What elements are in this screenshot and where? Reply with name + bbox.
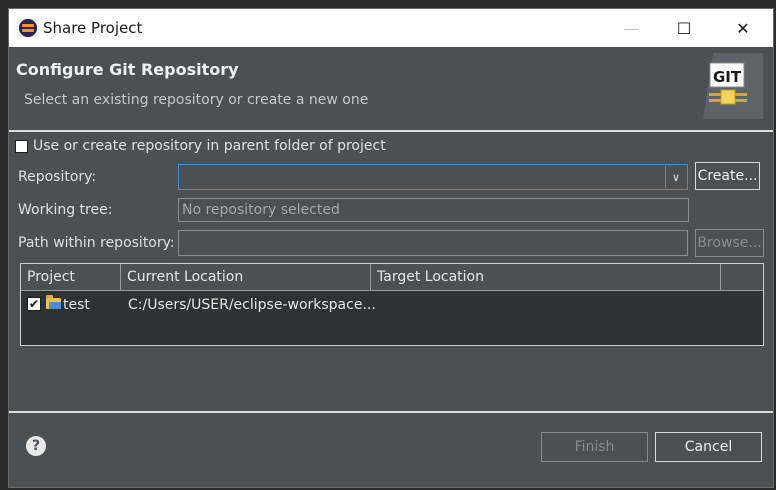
use-parent-checkbox[interactable] bbox=[15, 140, 28, 153]
page-title: Configure Git Repository bbox=[16, 60, 239, 79]
current-location-cell: C:/Users/USER/eclipse-workspace... bbox=[128, 297, 376, 313]
wizard-header: Configure Git Repository Select an exist… bbox=[9, 47, 773, 131]
column-filler bbox=[721, 264, 763, 290]
git-logo-icon: GIT bbox=[703, 53, 763, 119]
project-name-cell: test bbox=[63, 297, 90, 313]
path-field bbox=[178, 230, 688, 256]
git-logo-text: GIT bbox=[713, 68, 742, 86]
column-project[interactable]: Project bbox=[21, 264, 121, 290]
finish-button[interactable]: Finish bbox=[541, 432, 648, 462]
minimize-button[interactable]: — bbox=[608, 9, 654, 47]
column-target-location[interactable]: Target Location bbox=[371, 264, 721, 290]
cancel-button[interactable]: Cancel bbox=[655, 432, 762, 462]
create-button[interactable]: Create... bbox=[695, 162, 760, 190]
header-separator bbox=[9, 130, 773, 132]
browse-button[interactable]: Browse... bbox=[695, 229, 764, 257]
repository-label: Repository: bbox=[18, 169, 97, 185]
share-project-dialog: Share Project — ☐ ✕ Configure Git Reposi… bbox=[8, 8, 774, 488]
use-parent-label[interactable]: Use or create repository in parent folde… bbox=[33, 138, 386, 154]
column-current-location[interactable]: Current Location bbox=[121, 264, 371, 290]
project-table[interactable]: Project Current Location Target Location… bbox=[20, 263, 764, 346]
eclipse-icon bbox=[19, 19, 37, 37]
maximize-button[interactable]: ☐ bbox=[661, 9, 707, 47]
repository-combo[interactable]: ∨ bbox=[178, 164, 688, 190]
table-header: Project Current Location Target Location bbox=[21, 264, 763, 291]
working-tree-label: Working tree: bbox=[18, 202, 113, 218]
chevron-down-icon[interactable]: ∨ bbox=[665, 166, 686, 188]
project-row-checkbox[interactable]: ✔ bbox=[27, 297, 41, 311]
window-title: Share Project bbox=[43, 19, 143, 37]
working-tree-field: No repository selected bbox=[178, 198, 689, 222]
title-bar[interactable]: Share Project — ☐ ✕ bbox=[9, 9, 773, 47]
footer-separator bbox=[9, 411, 773, 413]
open-folder-icon bbox=[46, 295, 61, 309]
page-subtitle: Select an existing repository or create … bbox=[24, 92, 369, 108]
close-button[interactable]: ✕ bbox=[720, 9, 766, 47]
help-icon[interactable]: ? bbox=[26, 436, 46, 456]
path-label: Path within repository: bbox=[18, 235, 175, 251]
